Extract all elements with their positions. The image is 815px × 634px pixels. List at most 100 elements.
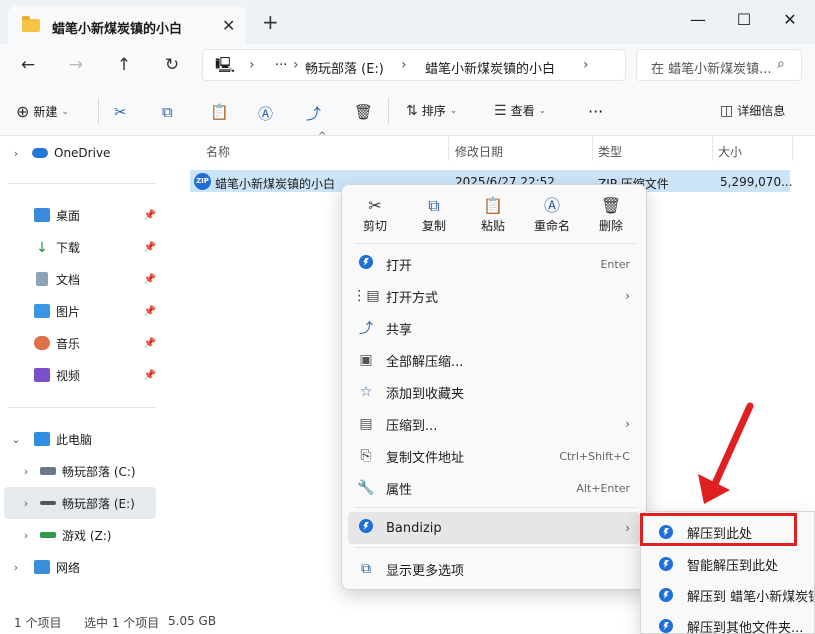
menu-item-extract-all[interactable]: ▣ 全部解压缩... <box>348 344 640 376</box>
more-options-icon: ⧉ <box>361 561 371 577</box>
copy-menu-button[interactable]: ⧉ 复制 <box>408 195 460 234</box>
column-divider[interactable] <box>448 137 449 161</box>
close-tab-icon[interactable]: ✕ <box>222 16 235 35</box>
menu-item-add-favorites[interactable]: ☆ 添加到收藏夹 <box>348 376 640 408</box>
sidebar-item-this-pc[interactable]: ⌄ 此电脑 <box>0 423 160 455</box>
menu-item-open-with[interactable]: ⋮▤ 打开方式 › <box>348 280 640 312</box>
sidebar-item-drive-z[interactable]: › 游戏 (Z:) <box>0 519 160 551</box>
search-input[interactable]: 在 蜡笔小新煤炭镇... ⌕ <box>636 49 802 81</box>
breadcrumb-chevron-icon[interactable]: › <box>249 57 255 73</box>
pin-icon[interactable]: 📌 <box>144 306 156 317</box>
pin-icon[interactable]: 📌 <box>144 338 156 349</box>
close-window-button[interactable]: ✕ <box>767 4 813 34</box>
breadcrumb-chevron-icon[interactable]: › <box>401 57 407 73</box>
chevron-right-icon[interactable]: › <box>18 497 34 510</box>
highlight-box <box>640 513 797 546</box>
menu-item-compress[interactable]: ▤ 压缩到... › <box>348 408 640 440</box>
view-button[interactable]: ☰ 查看 ⌄ <box>494 102 546 119</box>
breadcrumb-chevron-icon[interactable]: › <box>293 57 299 73</box>
sidebar-item-network[interactable]: › 网络 <box>0 551 160 583</box>
chevron-right-icon[interactable]: › <box>8 561 24 574</box>
menu-item-copy-path[interactable]: ⎘ 复制文件地址 Ctrl+Shift+C <box>348 440 640 472</box>
chevron-right-icon[interactable]: › <box>18 529 34 542</box>
column-header-type[interactable]: 类型 <box>598 143 622 160</box>
cut-icon[interactable]: ✂ <box>114 103 127 121</box>
download-icon: ↓ <box>36 240 48 256</box>
computer-icon <box>34 432 50 446</box>
copy-icon: ⧉ <box>428 196 440 215</box>
cut-menu-button[interactable]: ✂ 剪切 <box>349 195 401 234</box>
maximize-button[interactable]: ☐ <box>721 4 767 34</box>
sidebar-item-drive-c[interactable]: › 畅玩部落 (C:) <box>0 455 160 487</box>
search-icon[interactable]: ⌕ <box>777 56 785 72</box>
pin-icon[interactable]: 📌 <box>144 274 156 285</box>
pin-icon[interactable]: 📌 <box>144 370 156 381</box>
delete-icon[interactable]: 🗑 <box>354 103 373 121</box>
breadcrumb-chevron-icon[interactable]: › <box>583 57 589 73</box>
sort-label: 排序 <box>421 104 446 118</box>
share-icon[interactable]: ⤴ <box>306 103 321 124</box>
breadcrumb-folder[interactable]: 蜡笔小新煤炭镇的小白 <box>425 58 555 77</box>
sidebar-item-drive-e[interactable]: › 畅玩部落 (E:) <box>4 487 156 519</box>
breadcrumb-drive[interactable]: 畅玩部落 (E:) <box>305 58 384 77</box>
sidebar-label: 下载 <box>56 240 81 255</box>
sidebar-item-videos[interactable]: 视频 📌 <box>0 359 160 391</box>
chevron-right-icon[interactable]: › <box>8 147 24 160</box>
sidebar-item-documents[interactable]: 文档 📌 <box>0 263 160 295</box>
new-tab-button[interactable]: + <box>262 10 279 34</box>
chevron-right-icon[interactable]: › <box>18 465 34 478</box>
details-button[interactable]: ◫ 详细信息 <box>720 102 785 119</box>
rename-icon[interactable]: Ⓐ <box>258 103 273 124</box>
sidebar-item-onedrive[interactable]: › OneDrive <box>0 137 160 169</box>
paste-icon: 📋 <box>483 196 503 215</box>
computer-icon[interactable]: 🖳 <box>215 55 235 80</box>
column-header-name[interactable]: 名称 <box>206 143 230 160</box>
column-divider[interactable] <box>712 137 713 161</box>
pin-icon[interactable]: 📌 <box>144 242 156 253</box>
copy-icon[interactable]: ⧉ <box>162 103 173 121</box>
column-header-modified[interactable]: 修改日期 <box>455 143 503 160</box>
sidebar-item-music[interactable]: 音乐 📌 <box>0 327 160 359</box>
menu-item-label: Bandizip <box>386 520 442 536</box>
zip-file-icon: ZIP <box>194 173 211 190</box>
minimize-button[interactable]: — <box>675 4 721 34</box>
menu-item-bandizip[interactable]: Bandizip › <box>348 512 640 544</box>
submenu-item-extract-other[interactable]: 解压到其他文件夹... <box>645 611 814 633</box>
sidebar-item-pictures[interactable]: 图片 📌 <box>0 295 160 327</box>
paste-menu-button[interactable]: 📋 粘贴 <box>467 195 519 234</box>
new-button[interactable]: ⊕ 新建 ⌄ <box>16 102 69 121</box>
column-divider[interactable] <box>792 137 793 161</box>
menu-item-properties[interactable]: 🔧 属性 Alt+Enter <box>348 472 640 504</box>
sort-button[interactable]: ⇅ 排序 ⌄ <box>406 102 457 119</box>
chevron-right-icon: › <box>625 289 630 303</box>
tab-active[interactable]: 蜡笔小新煤炭镇的小白 ✕ <box>8 6 246 44</box>
bandizip-icon <box>659 619 673 633</box>
sidebar-item-downloads[interactable]: ↓ 下载 📌 <box>0 231 160 263</box>
breadcrumb-overflow[interactable]: ··· <box>275 58 287 73</box>
chevron-down-icon[interactable]: ⌄ <box>8 433 24 446</box>
more-options-button[interactable]: ··· <box>588 102 603 121</box>
sidebar-item-desktop[interactable]: 桌面 📌 <box>0 199 160 231</box>
paste-icon[interactable]: 📋 <box>210 103 229 121</box>
copy-path-icon: ⎘ <box>360 448 372 464</box>
menu-item-share[interactable]: ⤴ 共享 <box>348 312 640 344</box>
column-header-size[interactable]: 大小 <box>718 143 742 160</box>
submenu-item-extract-to-folder[interactable]: 解压到 蜡笔小新煤炭镇 <box>645 580 814 610</box>
delete-menu-button[interactable]: 🗑 删除 <box>585 195 637 234</box>
menu-item-label: 添加到收藏夹 <box>386 386 465 402</box>
up-arrow-icon[interactable]: ↑ <box>110 52 138 78</box>
menu-item-open[interactable]: 打开 Enter <box>348 248 640 280</box>
chevron-right-icon: › <box>625 521 630 535</box>
star-icon: ☆ <box>359 384 373 400</box>
rename-menu-button[interactable]: Ⓐ 重命名 <box>526 195 578 234</box>
column-divider[interactable] <box>592 137 593 161</box>
submenu-item-smart-extract[interactable]: 智能解压到此处 <box>645 549 814 579</box>
menu-item-more-options[interactable]: ⧉ 显示更多选项 <box>348 553 640 585</box>
navigation-bar: ← → ↑ ↻ 🖳 › ··· › 畅玩部落 (E:) › 蜡笔小新煤炭镇的小白… <box>0 44 815 86</box>
refresh-icon[interactable]: ↻ <box>158 52 186 78</box>
back-arrow-icon[interactable]: ← <box>14 52 42 78</box>
forward-arrow-icon[interactable]: → <box>62 52 90 78</box>
address-bar[interactable]: 🖳 › ··· › 畅玩部落 (E:) › 蜡笔小新煤炭镇的小白 › <box>202 49 626 81</box>
pin-icon[interactable]: 📌 <box>144 210 156 221</box>
sidebar-label: OneDrive <box>54 146 111 160</box>
